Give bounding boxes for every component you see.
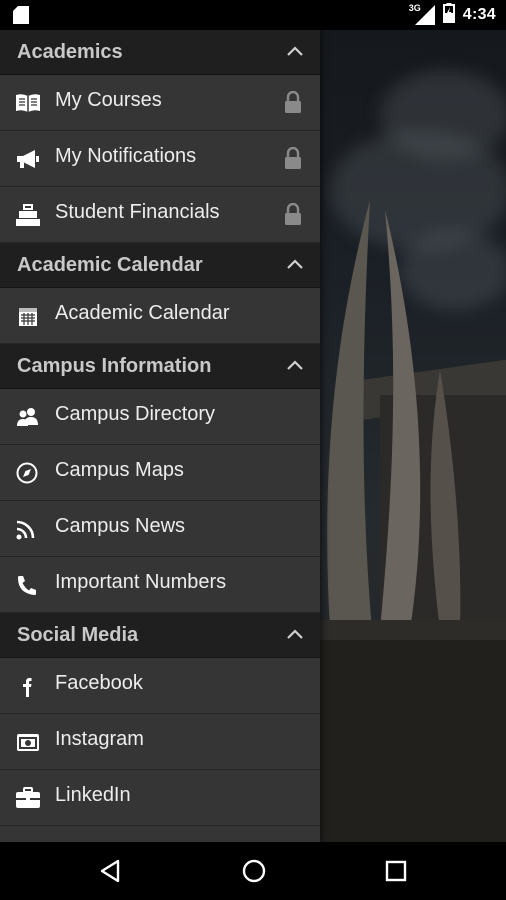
book-icon	[15, 92, 41, 114]
menu-item-facebook[interactable]: Facebook	[0, 658, 320, 714]
instagram-icon	[15, 731, 41, 753]
menu-item-my-notifications[interactable]: My Notifications	[0, 131, 320, 187]
screen: 3G 4:34 Academics My Courses My Notifica…	[0, 0, 506, 900]
compass-icon	[15, 462, 41, 484]
menu-item-campus-news[interactable]: Campus News	[0, 501, 320, 557]
battery-icon	[442, 2, 455, 28]
signal-icon: 3G	[409, 3, 435, 25]
back-icon[interactable]	[97, 856, 127, 886]
menu-item-important-numbers[interactable]: Important Numbers	[0, 557, 320, 613]
home-icon[interactable]	[239, 856, 269, 886]
status-time: 4:34	[462, 6, 496, 23]
menu-item-label: Instagram	[55, 728, 144, 750]
menu-item-label: Academic Calendar	[55, 302, 230, 324]
menu-item-label: Campus Maps	[55, 459, 184, 481]
menu-item-label: My Courses	[55, 89, 162, 111]
section-title: Campus Information	[17, 355, 212, 377]
section-title: Academics	[17, 41, 123, 63]
chevron-up-icon[interactable]	[286, 44, 304, 62]
section-title: Social Media	[17, 624, 139, 646]
cash-register-icon	[15, 204, 41, 226]
people-icon	[15, 406, 41, 428]
calendar-icon	[15, 305, 41, 327]
menu-item-label: Campus News	[55, 515, 186, 537]
menu-item-instagram[interactable]: Instagram	[0, 714, 320, 770]
navigation-drawer: Academics My Courses My Notifications St…	[0, 30, 320, 842]
menu-item-partial[interactable]	[0, 826, 320, 842]
menu-item-label: Facebook	[55, 672, 143, 694]
section-header-academics[interactable]: Academics	[0, 30, 320, 75]
menu-item-my-courses[interactable]: My Courses	[0, 75, 320, 131]
chevron-up-icon[interactable]	[286, 358, 304, 376]
section-header-campus-information[interactable]: Campus Information	[0, 344, 320, 389]
menu-item-student-financials[interactable]: Student Financials	[0, 187, 320, 243]
menu-item-linkedin[interactable]: LinkedIn	[0, 770, 320, 826]
lock-icon	[284, 146, 302, 174]
status-bar: 3G 4:34	[0, 0, 506, 30]
lock-icon	[284, 202, 302, 230]
phone-icon	[15, 574, 41, 596]
section-header-academic-calendar[interactable]: Academic Calendar	[0, 243, 320, 288]
chevron-up-icon[interactable]	[286, 257, 304, 275]
rss-icon	[15, 518, 41, 540]
section-header-social-media[interactable]: Social Media	[0, 613, 320, 658]
megaphone-icon	[15, 148, 41, 170]
network-type-label: 3G	[408, 3, 421, 13]
sd-card-icon	[13, 6, 29, 29]
chevron-up-icon[interactable]	[286, 627, 304, 645]
menu-item-campus-directory[interactable]: Campus Directory	[0, 389, 320, 445]
recents-icon[interactable]	[381, 856, 411, 886]
menu-item-label: Campus Directory	[55, 403, 216, 425]
menu-item-label: LinkedIn	[55, 784, 131, 806]
menu-item-campus-maps[interactable]: Campus Maps	[0, 445, 320, 501]
system-navigation-bar	[0, 842, 506, 900]
menu-item-academic-calendar[interactable]: Academic Calendar	[0, 288, 320, 344]
linkedin-icon	[15, 787, 41, 809]
section-title: Academic Calendar	[17, 254, 203, 276]
lock-icon	[284, 90, 302, 118]
facebook-icon	[15, 675, 41, 697]
menu-item-label: Important Numbers	[55, 571, 227, 593]
menu-item-label: My Notifications	[55, 145, 197, 167]
menu-item-label: Student Financials	[55, 201, 220, 223]
